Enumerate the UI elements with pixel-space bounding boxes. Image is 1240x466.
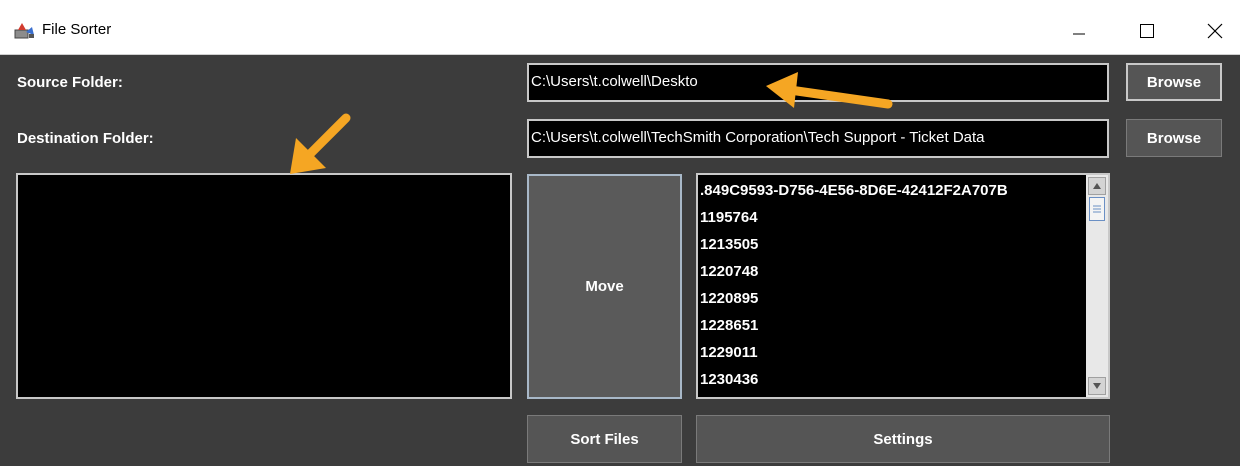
minimize-button[interactable] (1056, 14, 1102, 48)
scroll-down-button[interactable] (1088, 377, 1106, 395)
settings-button[interactable]: Settings (696, 415, 1110, 463)
move-button[interactable]: Move (527, 174, 682, 399)
settings-label: Settings (873, 430, 933, 448)
scroll-up-button[interactable] (1088, 177, 1106, 195)
arrow-up-icon (1093, 183, 1101, 189)
list-item[interactable]: 1220895 (698, 285, 1084, 312)
list-item[interactable]: 1230436 (698, 366, 1084, 393)
browse-source-button[interactable]: Browse (1126, 63, 1222, 101)
log-panel (16, 173, 512, 399)
destination-folder-label: Destination Folder: (17, 130, 154, 147)
close-icon (1207, 23, 1223, 39)
grip-icon (1093, 205, 1101, 213)
file-sorter-icon (14, 20, 36, 40)
browse-destination-label: Browse (1146, 129, 1202, 147)
file-sorter-window: File Sorter Source Folder: Destination F… (0, 0, 1240, 466)
file-list[interactable]: .849C9593-D756-4E56-8D6E-42412F2A707B 11… (696, 173, 1110, 399)
move-button-label: Move (585, 278, 624, 295)
maximize-button[interactable] (1124, 14, 1170, 48)
sort-files-label: Sort Files (570, 430, 639, 448)
file-list-items: .849C9593-D756-4E56-8D6E-42412F2A707B 11… (698, 177, 1084, 393)
maximize-icon (1140, 24, 1154, 38)
source-folder-label: Source Folder: (17, 74, 123, 91)
scroll-thumb[interactable] (1089, 197, 1105, 221)
list-item[interactable]: 1213505 (698, 231, 1084, 258)
destination-folder-field[interactable]: C:\Users\t.colwell\TechSmith Corporation… (527, 119, 1109, 158)
title-bar: File Sorter (0, 0, 1240, 55)
browse-destination-button[interactable]: Browse (1126, 119, 1222, 157)
vertical-scrollbar[interactable] (1086, 175, 1108, 397)
window-title: File Sorter (42, 21, 112, 38)
annotation-arrow-icon (290, 113, 351, 174)
list-item[interactable]: 1220748 (698, 258, 1084, 285)
list-item[interactable]: 1228651 (698, 312, 1084, 339)
minimize-icon (1073, 33, 1085, 35)
sort-files-button[interactable]: Sort Files (527, 415, 682, 463)
annotation-arrow-icon (766, 72, 893, 109)
list-item[interactable]: .849C9593-D756-4E56-8D6E-42412F2A707B (698, 177, 1084, 204)
arrow-down-icon (1093, 383, 1101, 389)
browse-source-label: Browse (1146, 73, 1202, 91)
list-item[interactable]: 1229011 (698, 339, 1084, 366)
list-item[interactable]: 1195764 (698, 204, 1084, 231)
close-button[interactable] (1192, 14, 1238, 48)
